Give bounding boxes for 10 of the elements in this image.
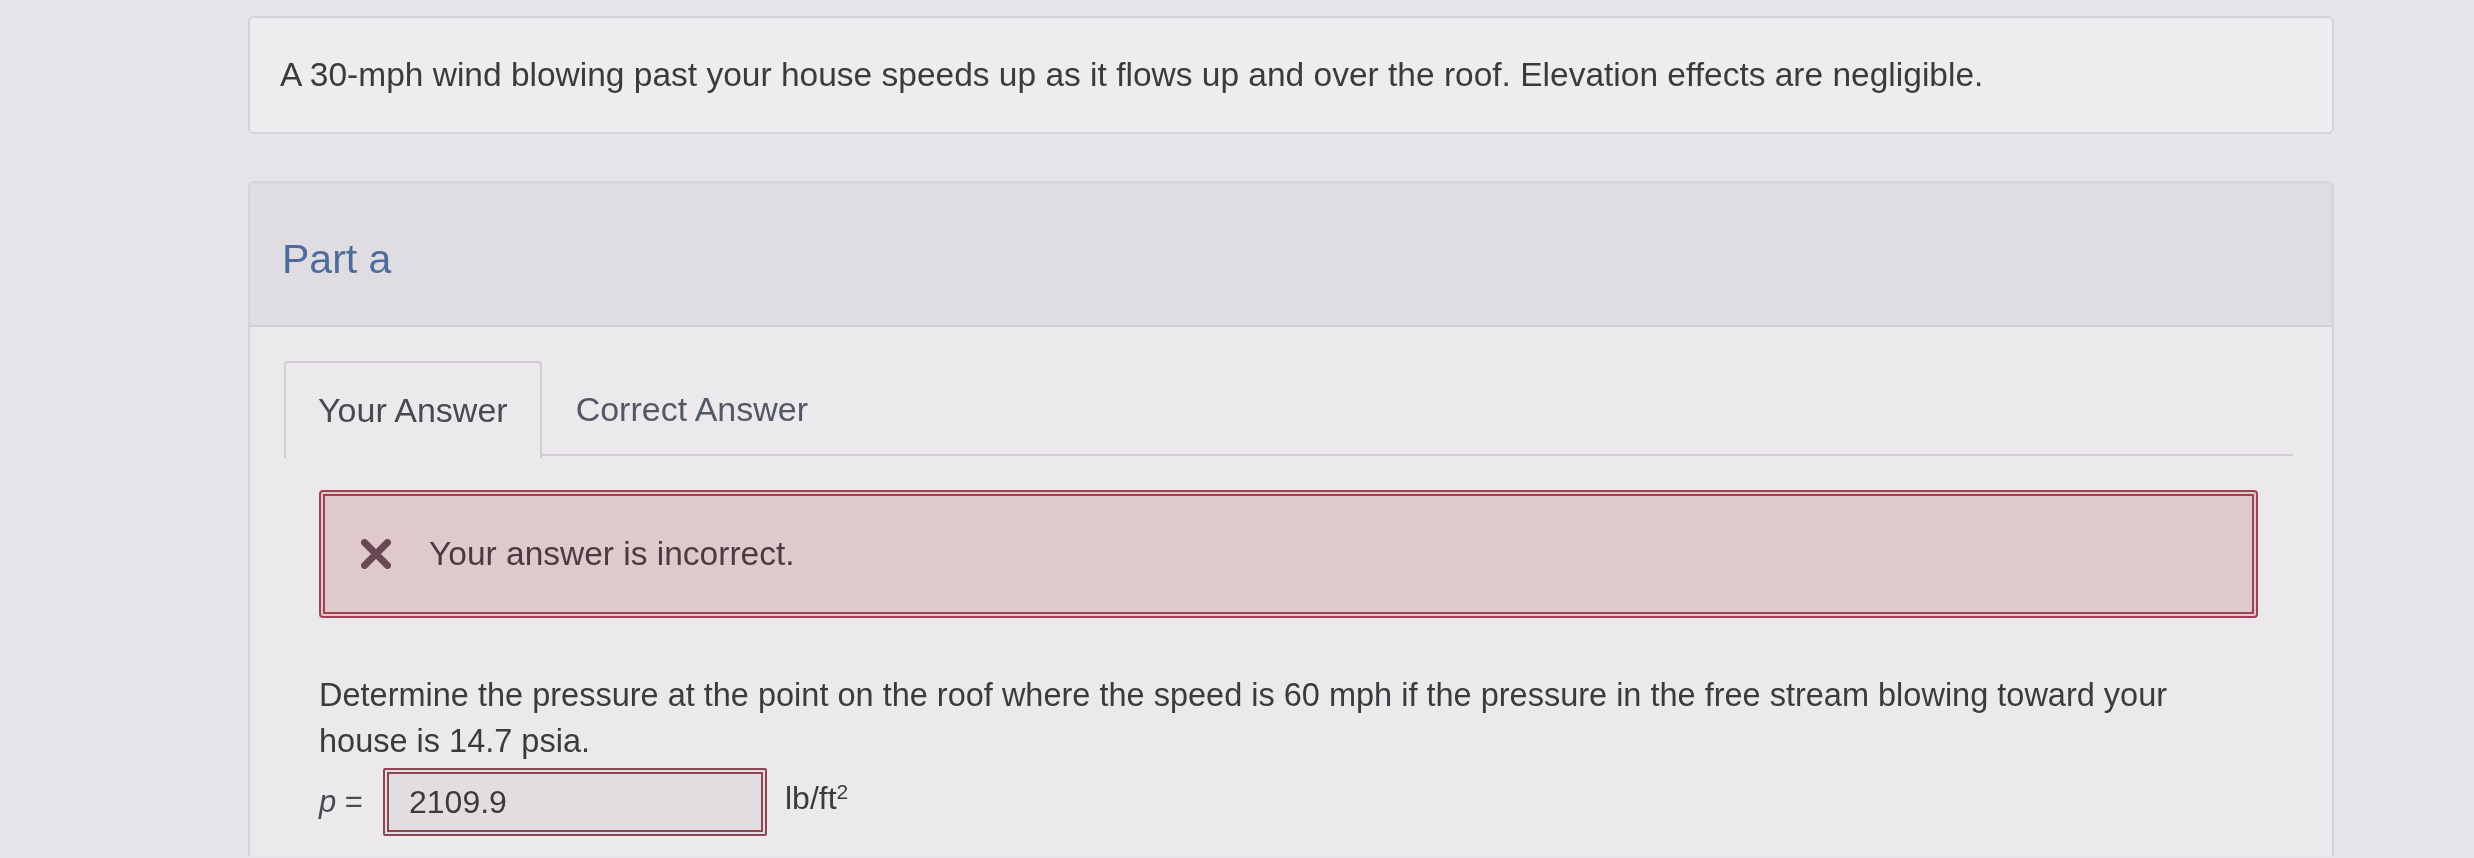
- feedback-message: Your answer is incorrect.: [429, 533, 795, 574]
- variable-label: p =: [319, 782, 364, 821]
- part-title: Part a: [282, 235, 392, 285]
- problem-statement: A 30-mph wind blowing past your house speeds up as it flows up and over the roof. Elevation effects are negligible.: [280, 54, 1984, 95]
- question-text: Determine the pressure at the point on the roof where the speed is 60 mph if the pressure in the free stream blowing toward your house is 14.7 psia.: [319, 676, 2169, 761]
- answer-input[interactable]: 2109.9: [383, 768, 767, 836]
- unit-label: lb/ft$^{2}$: [785, 778, 849, 818]
- answer-tab[interactable]: Your Answer: [284, 361, 542, 458]
- cross-icon: [361, 539, 391, 569]
- answer-tab[interactable]: Correct Answer: [541, 361, 843, 456]
